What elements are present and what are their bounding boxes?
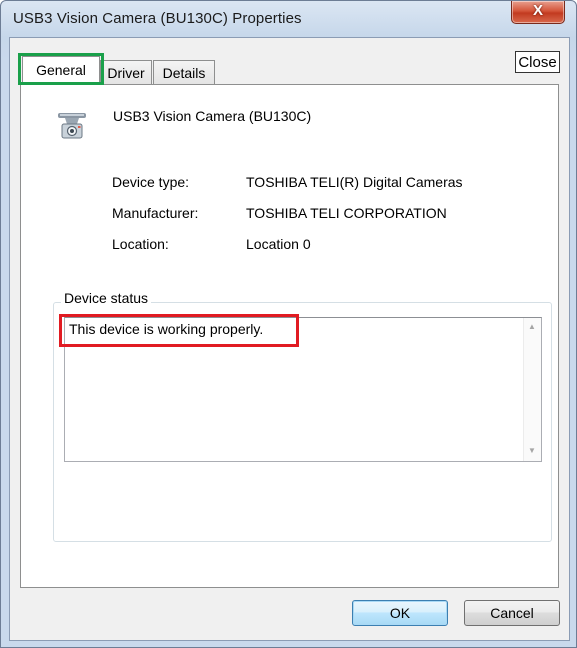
device-status-title: Device status: [61, 290, 152, 306]
close-icon: X: [532, 2, 543, 19]
manufacturer-value: TOSHIBA TELI CORPORATION: [246, 205, 447, 221]
scroll-up-arrow-icon[interactable]: ▲: [528, 322, 536, 331]
dialog-client-area: General Driver Details Close USB3 Vision…: [9, 37, 570, 641]
tab-driver-label: Driver: [107, 65, 145, 81]
device-type-value: TOSHIBA TELI(R) Digital Cameras: [246, 174, 463, 190]
window-close-button[interactable]: X: [511, 1, 565, 24]
location-label: Location:: [112, 236, 169, 252]
device-name: USB3 Vision Camera (BU130C): [113, 108, 312, 124]
close-annotation-label: Close: [515, 51, 560, 73]
general-tab-highlight: [18, 53, 104, 85]
tab-details[interactable]: Details: [153, 60, 215, 84]
tab-driver[interactable]: Driver: [100, 60, 152, 84]
cancel-button[interactable]: Cancel: [464, 600, 560, 626]
properties-window: USB3 Vision Camera (BU130C) Properties X…: [0, 0, 577, 648]
tab-details-label: Details: [162, 65, 206, 81]
device-type-label: Device type:: [112, 174, 190, 190]
general-tab-panel: USB3 Vision Camera (BU130C) Device type:…: [20, 84, 559, 588]
scroll-down-arrow-icon[interactable]: ▼: [528, 446, 536, 455]
ok-button[interactable]: OK: [352, 600, 448, 626]
title-bar[interactable]: USB3 Vision Camera (BU130C) Properties: [1, 1, 577, 37]
manufacturer-label: Manufacturer:: [112, 205, 199, 221]
status-highlight: [59, 314, 299, 347]
camera-device-icon: [58, 113, 86, 139]
window-title: USB3 Vision Camera (BU130C) Properties: [13, 10, 302, 27]
location-value: Location 0: [246, 236, 311, 252]
status-scrollbar[interactable]: ▲ ▼: [523, 318, 541, 461]
